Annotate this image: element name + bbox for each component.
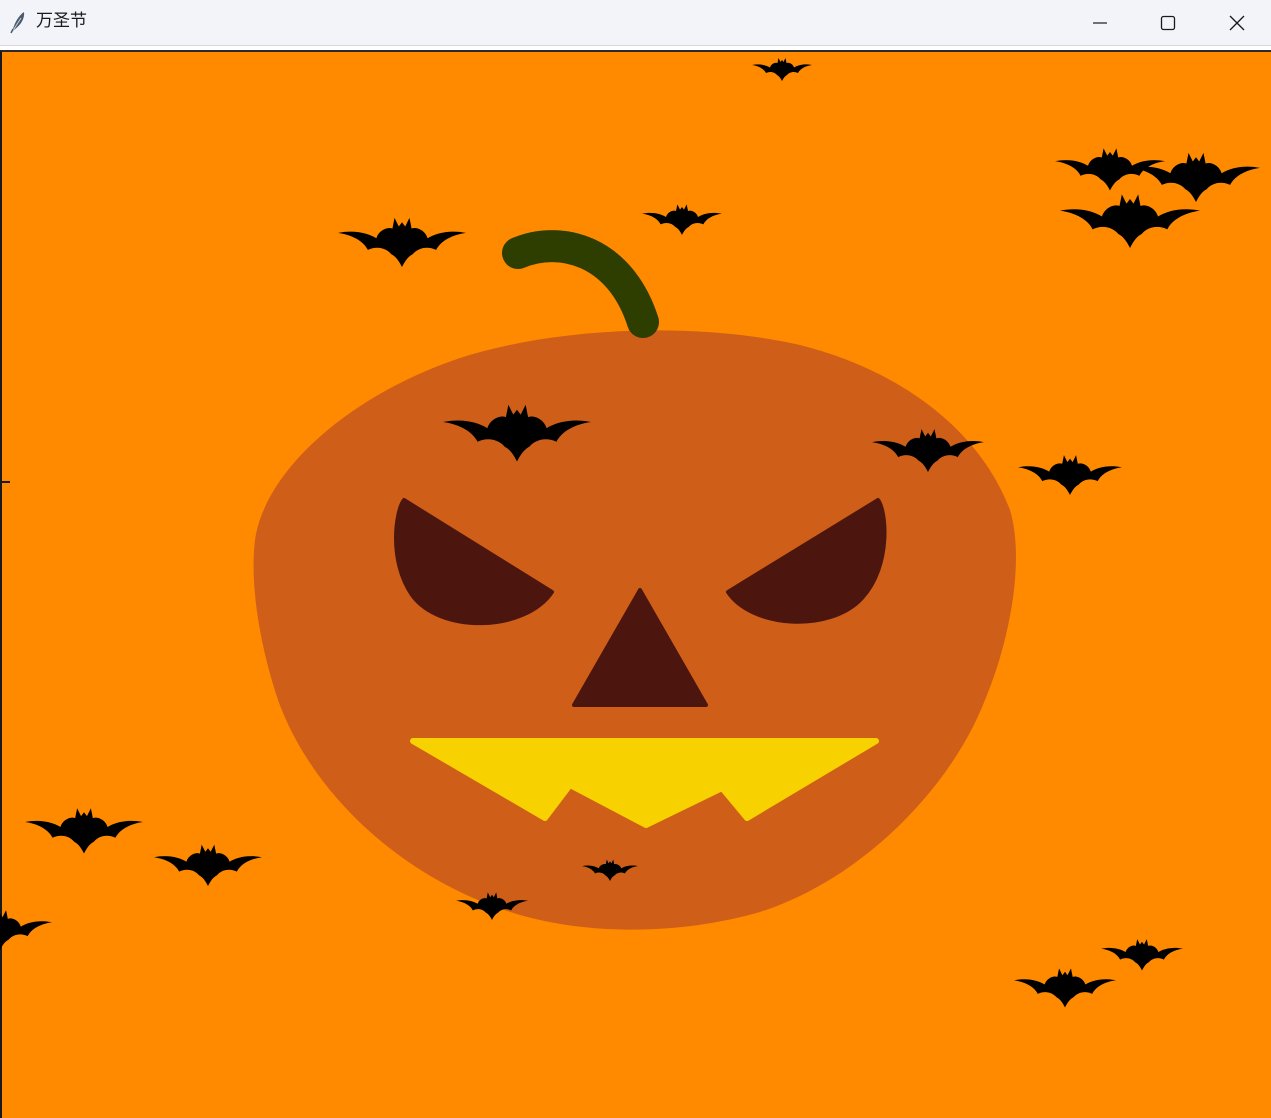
pumpkin-stem: [502, 230, 659, 338]
bat: [1014, 968, 1116, 1008]
app-window: 万圣节: [0, 0, 1271, 1118]
halloween-scene: [0, 58, 1260, 1008]
bat: [1060, 194, 1200, 248]
bat: [1101, 939, 1183, 971]
bat: [25, 808, 143, 854]
bat: [642, 204, 722, 235]
bat: [154, 844, 262, 886]
bat: [0, 910, 52, 950]
bat: [1018, 455, 1122, 495]
bat: [338, 217, 466, 267]
bat: [752, 58, 812, 81]
